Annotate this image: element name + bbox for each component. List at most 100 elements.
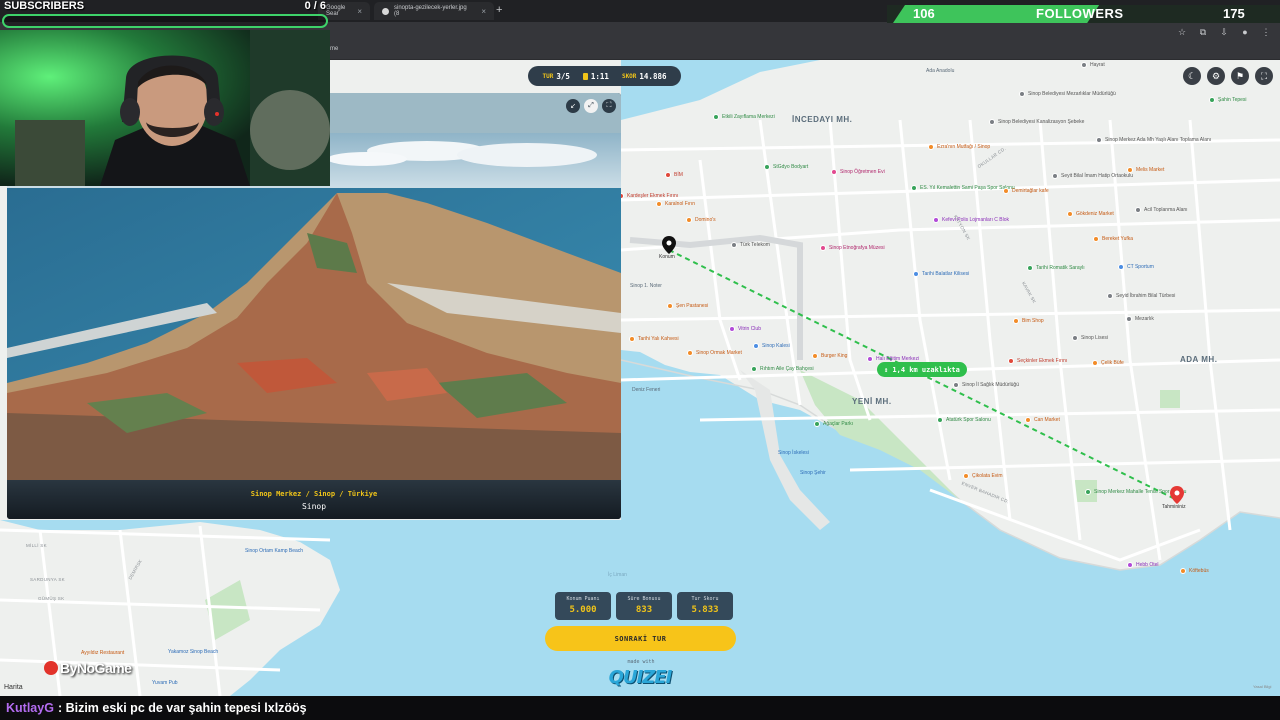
district-label-ada: ADA MH. xyxy=(1180,355,1218,364)
map-poi[interactable]: Ağaçlar Parkı xyxy=(814,421,853,427)
map-poi[interactable]: Çikolata Evim xyxy=(963,473,1003,479)
bookmark-star-icon[interactable]: ☆ xyxy=(1176,26,1188,38)
map-poi[interactable]: Etkili Zayıflama Merkezi xyxy=(713,114,775,120)
legal-link[interactable]: Yasal Bilgi xyxy=(1253,684,1271,689)
next-round-button[interactable]: SONRAKİ TUR xyxy=(545,626,736,651)
browser-tab-image[interactable]: sinopta-gezilecek-yerler.jpg (8 × xyxy=(374,2,494,20)
map-poi[interactable]: Hayrat xyxy=(1081,62,1105,68)
poi-dot-icon xyxy=(953,382,959,388)
followers-goal: 106 FOLLOWERS 175 xyxy=(887,5,1280,23)
map-poi[interactable]: Sinop Etnoğrafya Müzesi xyxy=(820,245,885,251)
map-poi[interactable]: Sinop Merkez Ada Mh Yaşlı Alanı Toplama … xyxy=(1096,137,1211,143)
flag-icon[interactable]: ⚑ xyxy=(1231,67,1249,85)
map-poi[interactable]: Melis Market xyxy=(1127,167,1164,173)
map-poi[interactable]: Seyit Bilal İmam Hatip Ortaokulu xyxy=(1052,173,1133,179)
map-poi[interactable]: Vitrin Club xyxy=(729,326,761,332)
actual-location-pin-icon[interactable] xyxy=(662,236,676,254)
fullscreen-icon[interactable]: ⛶ xyxy=(602,99,616,113)
poi-label: Seçkinler Ekmek Fırını xyxy=(1017,358,1068,364)
profile-icon[interactable]: ● xyxy=(1239,26,1251,38)
map-poi[interactable]: StGdyo Bodyart xyxy=(764,164,808,170)
minimize-icon[interactable]: ↙ xyxy=(566,99,580,113)
subscribers-progress-bar xyxy=(2,14,328,28)
poi-dot-icon xyxy=(1092,360,1098,366)
map-poi[interactable]: Karalnol Fırın xyxy=(656,201,695,207)
map-poi[interactable]: Türk Telekom xyxy=(731,242,770,248)
place-label: Deniz Feneri xyxy=(632,387,661,393)
poi-label: Mezarlık xyxy=(1135,316,1154,322)
download-icon[interactable]: ⇩ xyxy=(1218,26,1230,38)
new-tab-button[interactable]: + xyxy=(496,4,502,16)
map-poi[interactable]: Gökdeniz Market xyxy=(1067,211,1114,217)
map-poi[interactable]: Mezarlık xyxy=(1126,316,1154,322)
poi-label: Burger King xyxy=(821,353,848,359)
map-poi[interactable]: Atatürk Spor Salonu xyxy=(937,417,991,423)
poi-label: Demirtağlar kafe xyxy=(1012,188,1049,194)
dark-mode-icon[interactable]: ☾ xyxy=(1183,67,1201,85)
poi-dot-icon xyxy=(1093,236,1099,242)
poi-dot-icon xyxy=(751,366,757,372)
score-label: SKOR xyxy=(621,72,637,80)
district-label-incedayi: İNCEDAYI MH. xyxy=(792,115,853,124)
map-poi[interactable]: Ezra'nın Mutfağı / Sinop xyxy=(928,144,990,150)
map-poi[interactable]: Çelik Büfe xyxy=(1092,360,1124,366)
district-label-yeni: YENİ MH. xyxy=(852,397,892,406)
map-poi[interactable]: Tarihi Balatlar Kilisesi xyxy=(913,271,969,277)
map-poi[interactable]: Acil Toplanma Alanı xyxy=(1135,207,1188,213)
map-poi[interactable]: Sinop Öğretmen Evi xyxy=(831,169,885,175)
expand-icon[interactable]: ⤢ xyxy=(584,99,598,113)
poi-dot-icon xyxy=(814,421,820,427)
map-poi[interactable]: Hebb Otel xyxy=(1127,562,1159,568)
place-label: Sinop Ortam Kamp Beach xyxy=(245,548,304,554)
map-poi[interactable]: Köftebüs xyxy=(1180,568,1209,574)
poi-label: Rıhtım Aile Çay Bahçesi xyxy=(760,366,814,372)
map-poi[interactable]: Can Market xyxy=(1025,417,1060,423)
map-poi[interactable]: Demirtağlar kafe xyxy=(1003,188,1049,194)
map-poi[interactable]: Sinop İl Sağlık Müdürlüğü xyxy=(953,382,1019,388)
map-poi[interactable]: BİM xyxy=(665,172,683,178)
map-poi[interactable]: Seçkinler Ekmek Fırını xyxy=(1008,358,1067,364)
close-tab-icon[interactable]: × xyxy=(481,7,486,16)
map-poi[interactable]: Tarihi Romatik Saraylı xyxy=(1027,265,1085,271)
map-poi[interactable]: CT Sportum xyxy=(1118,264,1154,270)
map-poi[interactable]: Sinop Ormak Market xyxy=(687,350,742,356)
made-with-label: made with xyxy=(627,659,655,665)
poi-label: Sinop Kalesi xyxy=(762,343,790,349)
map-controls: ☾ ⚙ ⚑ ⛶ xyxy=(1183,67,1273,85)
guess-location-pin-icon[interactable] xyxy=(1170,486,1184,504)
map-poi[interactable]: Burger King xyxy=(812,353,847,359)
poi-dot-icon xyxy=(1127,562,1133,568)
place-label: Yakamoz Sinop Beach xyxy=(168,649,219,655)
poi-dot-icon xyxy=(933,217,939,223)
map-poi[interactable]: Kefevi Polis Lojmanları C Blok xyxy=(933,217,1009,223)
map-poi[interactable]: Seyid İbrahim Bilal Türbesi xyxy=(1107,293,1175,299)
map-poi[interactable]: Sinop Lisesi xyxy=(1072,335,1108,341)
map-poi[interactable]: Sinop Belediyesi Mezarlıklar Müdürlüğü xyxy=(1019,91,1116,97)
poi-label: Atatürk Spor Salonu xyxy=(946,417,991,423)
fullscreen-icon[interactable]: ⛶ xyxy=(1255,67,1273,85)
quiz-brand-logo[interactable]: QUIZEI xyxy=(608,667,673,689)
settings-gear-icon[interactable]: ⚙ xyxy=(1207,67,1225,85)
poi-label: Çelik Büfe xyxy=(1101,360,1124,366)
map-poi[interactable]: Sinop Belediyesi Kanalizasyon Şebeke xyxy=(989,119,1084,125)
map-poi[interactable]: Şahin Tepesi xyxy=(1209,97,1247,103)
poi-dot-icon xyxy=(1027,265,1033,271)
map-poi[interactable]: Şen Pastanesi xyxy=(667,303,708,309)
map-poi[interactable]: ES. Yıl Kemalettin Sami Paşa Spor Salonu xyxy=(911,185,1015,191)
map-poi[interactable]: Tarihi Yalı Kahvesi xyxy=(629,336,679,342)
extensions-icon[interactable]: ⧉ xyxy=(1197,26,1209,38)
map-poi[interactable]: Domino's xyxy=(686,217,716,223)
close-tab-icon[interactable]: × xyxy=(357,7,362,16)
map-poi[interactable]: Rıhtım Aile Çay Bahçesi xyxy=(751,366,814,372)
poi-label: Etkili Zayıflama Merkezi xyxy=(722,114,775,120)
map-poi[interactable]: Bereket Yufka xyxy=(1093,236,1133,242)
browser-menu-icon[interactable]: ⋮ xyxy=(1260,26,1272,38)
map-poi[interactable]: Bim Shop xyxy=(1013,318,1044,324)
map-poi[interactable]: Sinop Kalesi xyxy=(753,343,790,349)
poi-dot-icon xyxy=(764,164,770,170)
map-poi[interactable]: Kardeşler Ekmek Fırını xyxy=(618,193,678,199)
place-label: İç Liman xyxy=(608,572,627,578)
poi-label: Hayrat xyxy=(1090,62,1105,68)
home-bookmark[interactable]: me xyxy=(330,46,338,52)
street-label: SARDUNYA SK xyxy=(30,577,65,582)
